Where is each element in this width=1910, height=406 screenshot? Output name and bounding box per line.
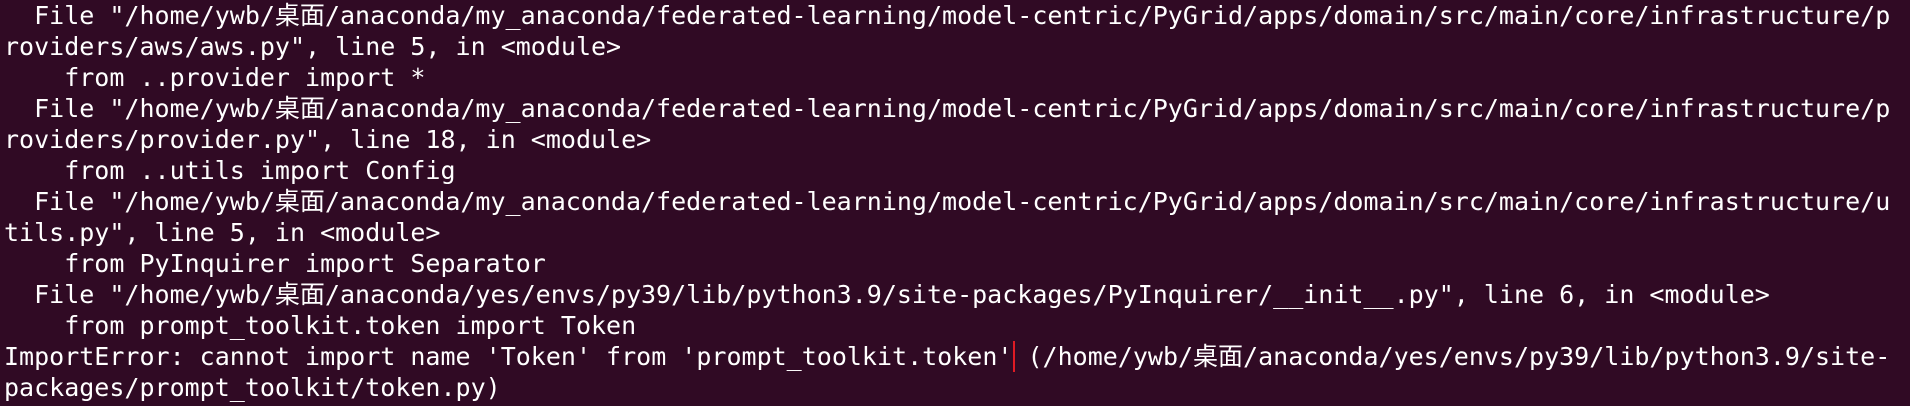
traceback-line: File "/home/ywb/桌面/anaconda/yes/envs/py3… [4, 280, 1770, 309]
terminal-window[interactable]: File "/home/ywb/桌面/anaconda/my_anaconda/… [0, 0, 1910, 406]
error-continuation-line: packages/prompt_toolkit/token.py) [4, 373, 501, 402]
traceback-line: from prompt_toolkit.token import Token [4, 311, 637, 340]
traceback-line: roviders/aws/aws.py", line 5, in <module… [4, 32, 622, 61]
traceback-line: from PyInquirer import Separator [4, 249, 546, 278]
traceback-line: from ..utils import Config [4, 156, 456, 185]
traceback-line: tils.py", line 5, in <module> [4, 218, 441, 247]
traceback-line: roviders/provider.py", line 18, in <modu… [4, 125, 652, 154]
traceback-line: from ..provider import * [4, 63, 426, 92]
error-highlight: ImportError: cannot import name 'Token' … [4, 341, 1016, 372]
traceback-line: File "/home/ywb/桌面/anaconda/my_anaconda/… [4, 94, 1891, 123]
error-path: (/home/ywb/桌面/anaconda/yes/envs/py39/lib… [1012, 342, 1891, 371]
traceback-line: File "/home/ywb/桌面/anaconda/my_anaconda/… [4, 1, 1891, 30]
error-line: ImportError: cannot import name 'Token' … [4, 341, 1910, 372]
traceback-line: File "/home/ywb/桌面/anaconda/my_anaconda/… [4, 187, 1891, 216]
